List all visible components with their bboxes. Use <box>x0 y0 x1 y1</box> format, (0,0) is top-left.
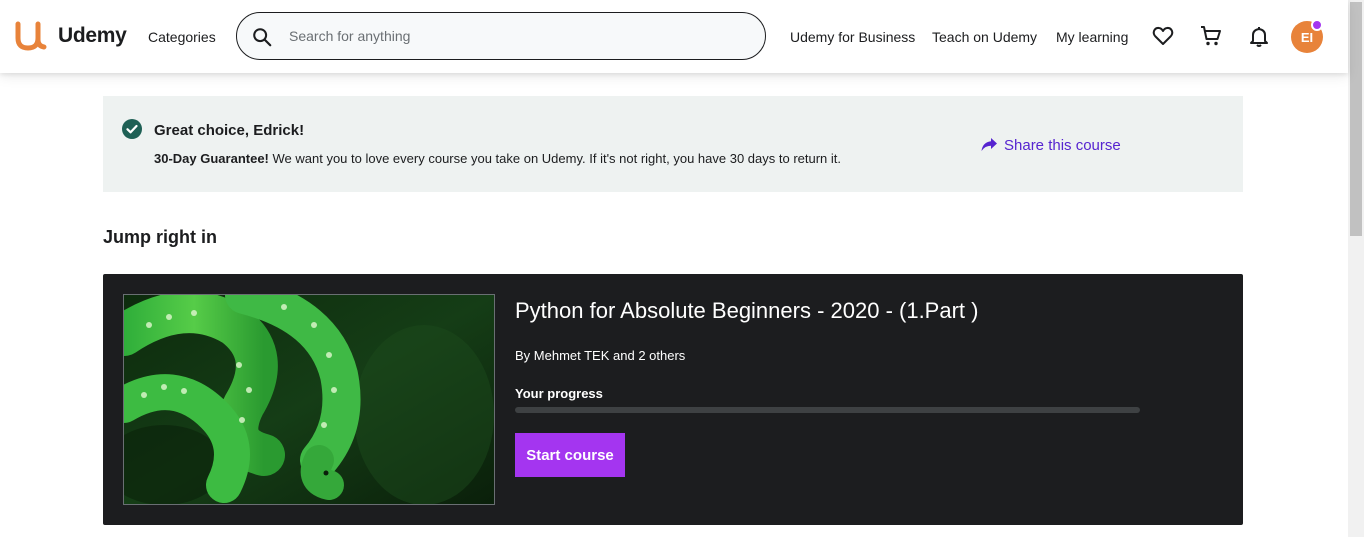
course-title[interactable]: Python for Absolute Beginners - 2020 - (… <box>515 298 978 324</box>
check-circle-icon <box>122 119 142 139</box>
progress-bar <box>515 407 1140 413</box>
search-input[interactable] <box>289 13 749 59</box>
bell-icon[interactable] <box>1247 24 1271 48</box>
teach-on-udemy-link[interactable]: Teach on Udemy <box>932 29 1037 45</box>
python-snake-image <box>124 295 494 504</box>
notification-dot <box>1311 19 1323 31</box>
guarantee-body: We want you to love every course you tak… <box>268 151 842 166</box>
udemy-for-business-link[interactable]: Udemy for Business <box>790 29 915 45</box>
udemy-logo-icon <box>15 21 47 51</box>
section-title: Jump right in <box>103 227 217 247</box>
heart-icon[interactable] <box>1151 24 1175 48</box>
share-icon <box>981 138 997 151</box>
cart-icon[interactable] <box>1199 24 1223 48</box>
search-bar <box>236 12 766 60</box>
top-header: Udemy Categories Udemy for Business Teac… <box>0 0 1348 73</box>
share-course-label: Share this course <box>1004 136 1121 154</box>
progress-label: Your progress <box>515 386 603 401</box>
banner-title: Great choice, Edrick! <box>154 122 305 139</box>
course-thumbnail[interactable] <box>123 294 495 505</box>
guarantee-bold: 30-Day Guarantee! <box>154 151 269 166</box>
logo-text: Udemy <box>58 24 127 47</box>
udemy-logo[interactable]: Udemy <box>14 20 127 52</box>
course-author: By Mehmet TEK and 2 others <box>515 348 686 363</box>
guarantee-banner: Great choice, Edrick! 30-Day Guarantee! … <box>103 96 1243 192</box>
course-card: Python for Absolute Beginners - 2020 - (… <box>103 274 1243 525</box>
my-learning-link[interactable]: My learning <box>1056 29 1128 45</box>
guarantee-text: 30-Day Guarantee! We want you to love ev… <box>154 151 841 166</box>
share-course-button[interactable]: Share this course <box>980 136 1121 154</box>
scrollbar-thumb[interactable] <box>1350 2 1362 236</box>
categories-link[interactable]: Categories <box>148 29 216 45</box>
search-icon[interactable] <box>251 26 273 48</box>
start-course-button[interactable]: Start course <box>515 433 625 477</box>
